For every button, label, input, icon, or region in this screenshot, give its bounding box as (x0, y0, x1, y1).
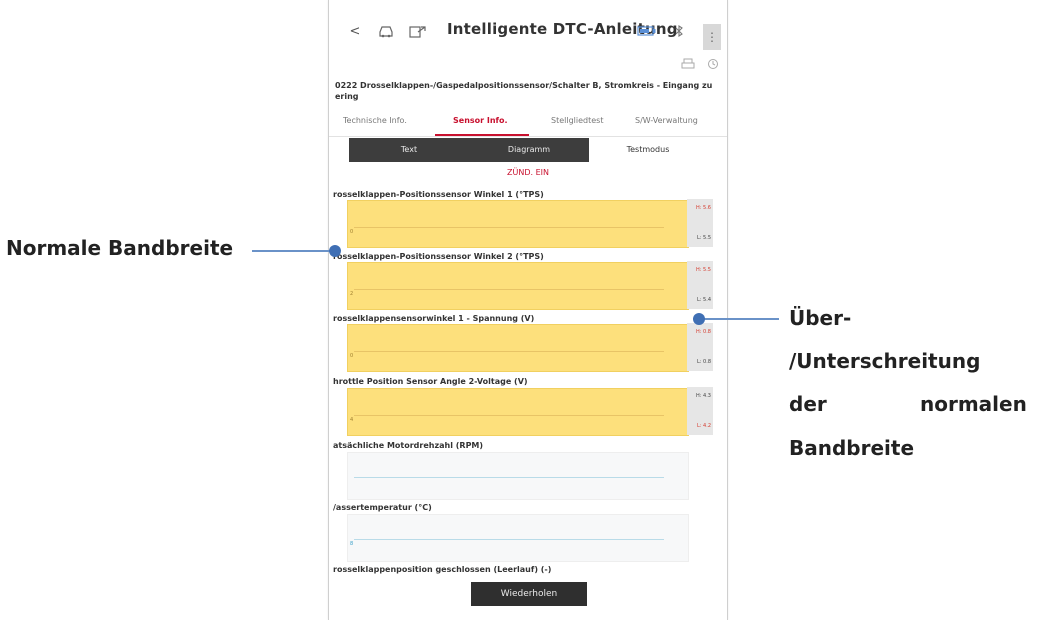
annotation-line-4: normalen (920, 392, 1027, 416)
sensor-graph: 4 (347, 388, 689, 436)
sensor-graph: 0 (347, 200, 689, 248)
refresh-icon-svg (708, 59, 718, 69)
low-limit: L: 0.8 (696, 359, 711, 365)
print-icon[interactable] (681, 58, 695, 73)
sensor-label: hrottle Position Sensor Angle 2-Voltage … (333, 377, 528, 386)
repeat-button[interactable]: Wiederholen (471, 582, 587, 606)
graph-value-mark: 8 (350, 541, 354, 547)
low-limit: L: 5.4 (696, 297, 711, 303)
limit-panel: H: 0.8 L: 0.8 (687, 323, 713, 371)
car-icon[interactable] (377, 20, 395, 42)
limit-panel: H: 5.5 L: 5.4 (687, 261, 713, 309)
battery-icon[interactable] (637, 20, 657, 42)
annotation-leader-left (252, 250, 332, 252)
graph-line (354, 477, 664, 478)
annotation-dot-right (693, 313, 705, 325)
print-icon-svg (681, 58, 695, 69)
tab-sw-management[interactable]: S/W-Verwaltung (635, 116, 698, 125)
graph-value-mark: 0 (350, 353, 354, 359)
sensor-graph (347, 452, 689, 500)
tab-technical-info[interactable]: Technische Info. (343, 116, 407, 125)
low-limit: L: 4.2 (696, 423, 711, 429)
dtc-description: 0222 Drosselklappen-/Gaspedalpositionsse… (335, 81, 713, 101)
graph-line (354, 539, 664, 540)
graph-line (354, 415, 664, 416)
sensor-label: /assertemperatur (°C) (333, 503, 432, 512)
sensor-label: atsächliche Motordrehzahl (RPM) (333, 441, 484, 450)
limit-panel: H: 5.6 L: 5.5 (687, 199, 713, 247)
annotation-normal-range: Normale Bandbreite (6, 236, 234, 260)
export-icon[interactable] (409, 20, 427, 42)
refresh-icon[interactable] (707, 58, 719, 73)
back-button[interactable]: < (349, 20, 361, 42)
annotation-line-2: /Unterschreitung (789, 349, 981, 373)
sensor-label: rosselklappen-Positionssensor Winkel 1 (… (333, 190, 544, 199)
limit-panel: H: 4.3 L: 4.2 (687, 387, 713, 435)
active-tab-indicator (435, 134, 529, 136)
sensor-label: rosselklappenposition geschlossen (Leerl… (333, 565, 552, 574)
mode-test[interactable]: Testmodus (589, 138, 707, 162)
sensor-graph: 2 (347, 262, 689, 310)
graph-value-mark: 4 (350, 417, 354, 423)
sensor-graph: 8 (347, 514, 689, 562)
view-mode-switch: Text Diagramm Testmodus (349, 138, 707, 162)
export-icon-svg (409, 26, 426, 38)
high-limit: H: 0.8 (696, 329, 711, 335)
annotation-leader-right (699, 318, 779, 320)
battery-icon-svg (637, 26, 656, 36)
app-screen: < Intelligente DTC-Anleitung ⋮ 0222 Dros… (328, 0, 728, 620)
tab-sensor-info[interactable]: Sensor Info. (453, 116, 508, 125)
sensor-label: rosselklappen-Positionssensor Winkel 2 (… (333, 252, 544, 261)
tab-bar: Technische Info. Sensor Info. Stellglied… (329, 114, 727, 137)
car-icon-svg (379, 26, 393, 38)
back-icon: < (349, 23, 361, 39)
bluetooth-icon[interactable] (671, 20, 687, 42)
sensor-label: rosselklappensensorwinkel 1 - Spannung (… (333, 314, 535, 323)
mode-chart[interactable]: Diagramm (469, 138, 589, 162)
annotation-dot-left (329, 245, 341, 257)
more-icon: ⋮ (706, 30, 718, 44)
graph-line (354, 227, 664, 228)
high-limit: H: 4.3 (696, 393, 711, 399)
secondary-toolbar (681, 58, 719, 73)
graph-value-mark: 0 (350, 229, 354, 235)
graph-value-mark: 2 (350, 291, 354, 297)
high-limit: H: 5.6 (696, 205, 711, 211)
ignition-status: ZÜND. EIN (507, 168, 549, 177)
tab-actuator-test[interactable]: Stellgliedtest (551, 116, 603, 125)
low-limit: L: 5.5 (696, 235, 711, 241)
high-limit: H: 5.5 (696, 267, 711, 273)
annotation-line-1: Über- (789, 306, 852, 330)
mode-text[interactable]: Text (349, 138, 469, 162)
sensor-graph: 0 (347, 324, 689, 372)
more-menu-button[interactable]: ⋮ (703, 24, 721, 50)
graph-line (354, 351, 664, 352)
bluetooth-icon-svg (675, 24, 683, 38)
annotation-line-3: der (789, 392, 827, 416)
annotation-line-5: Bandbreite (789, 436, 915, 460)
graph-line (354, 289, 664, 290)
top-bar: < Intelligente DTC-Anleitung ⋮ (329, 14, 727, 50)
